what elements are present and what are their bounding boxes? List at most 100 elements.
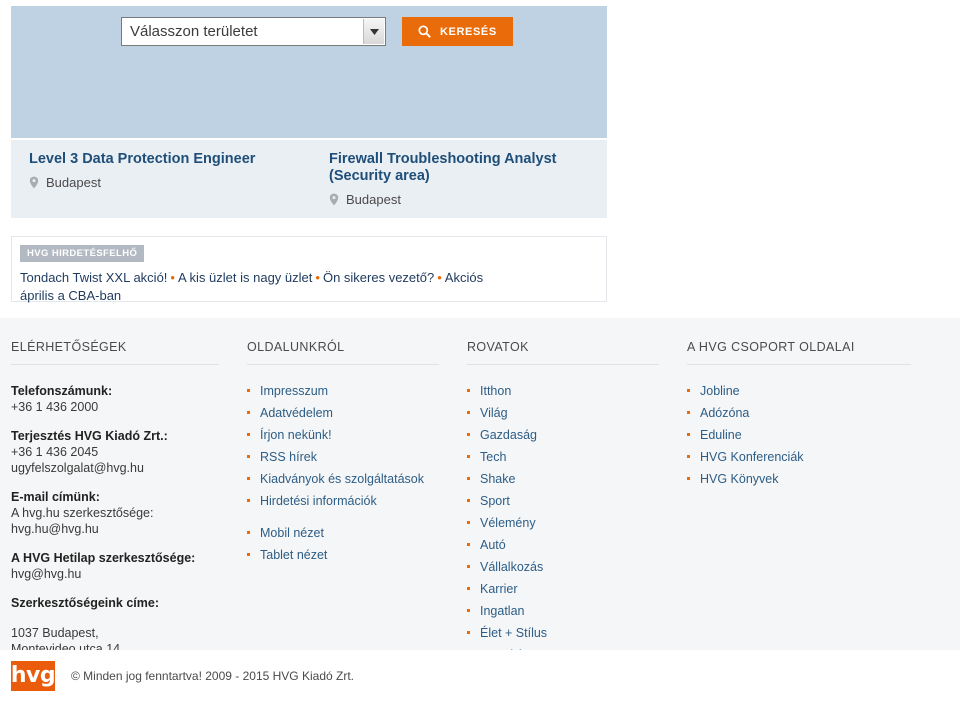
about-link[interactable]: Impresszum [260, 384, 328, 398]
about-link[interactable]: Mobil nézet [260, 526, 324, 540]
contact-address-label: Szerkesztőségeink címe: [11, 596, 159, 610]
list-item[interactable]: Itthon [467, 383, 687, 399]
list-item[interactable]: Sport [467, 493, 687, 509]
contact-weekly-email[interactable]: hvg@hvg.hu [11, 567, 81, 581]
about-link[interactable]: RSS hírek [260, 450, 317, 464]
contact-phone-label: Telefonszámunk: [11, 384, 113, 398]
section-link[interactable]: Itthon [480, 384, 511, 398]
map-pin-icon [329, 193, 339, 206]
job-card[interactable]: Level 3 Data Protection Engineer Budapes… [11, 140, 311, 218]
section-links-list: Itthon Világ Gazdaság Tech Shake Sport V… [467, 383, 687, 663]
ad-separator-bullet: • [437, 270, 442, 285]
section-link[interactable]: Sport [480, 494, 510, 508]
footer-column-group-sites: A HVG CSOPORT OLDALAI Jobline Adózóna Ed… [687, 318, 939, 669]
footer-column-heading: OLDALUNKRÓL [247, 340, 439, 365]
ad-link[interactable]: A kis üzlet is nagy üzlet [178, 270, 312, 285]
contact-address-line1: 1037 Budapest, [11, 626, 99, 640]
search-icon [418, 25, 431, 38]
ad-links-list: Tondach Twist XXL akció! • A kis üzlet is … [20, 269, 520, 305]
list-item[interactable]: Vélemény [467, 515, 687, 531]
section-link[interactable]: Gazdaság [480, 428, 537, 442]
about-link[interactable]: Adatvédelem [260, 406, 333, 420]
list-item[interactable]: Eduline [687, 427, 939, 443]
section-link[interactable]: Vállalkozás [480, 560, 543, 574]
contact-phone-value: +36 1 436 2000 [11, 400, 99, 414]
group-link[interactable]: Jobline [700, 384, 740, 398]
ad-separator-bullet: • [315, 270, 320, 285]
section-link[interactable]: Élet + Stílus [480, 626, 547, 640]
search-button[interactable]: KERESÉS [402, 17, 513, 46]
site-footer: ELÉRHETŐSÉGEK Telefonszámunk: +36 1 436 … [0, 318, 960, 662]
list-item[interactable]: Adózóna [687, 405, 939, 421]
list-item[interactable]: Világ [467, 405, 687, 421]
footer-column-contacts: ELÉRHETŐSÉGEK Telefonszámunk: +36 1 436 … [11, 318, 247, 669]
list-item[interactable]: HVG Konferenciák [687, 449, 939, 465]
section-link[interactable]: Shake [480, 472, 515, 486]
hvg-logo[interactable]: hvg [11, 660, 56, 691]
job-location-label: Budapest [46, 175, 101, 190]
job-card[interactable]: Firewall Troubleshooting Analyst (Securi… [311, 140, 607, 218]
copyright-bar: hvg © Minden jog fenntartva! 2009 - 2015… [0, 650, 960, 701]
list-item[interactable]: Impresszum [247, 383, 467, 399]
ad-link[interactable]: Tondach Twist XXL akció! [20, 270, 167, 285]
group-link[interactable]: Adózóna [700, 406, 749, 420]
contact-email-label: E-mail címünk: [11, 490, 100, 504]
section-link[interactable]: Világ [480, 406, 508, 420]
list-item[interactable]: Tablet nézet [247, 547, 467, 563]
search-hero-panel: Válasszon területet KERESÉS [11, 6, 607, 138]
contact-email-value[interactable]: hvg.hu@hvg.hu [11, 522, 99, 536]
list-item[interactable]: Kiadványok és szolgáltatások [247, 471, 467, 487]
list-item[interactable]: Shake [467, 471, 687, 487]
map-pin-icon [29, 176, 39, 189]
contact-phone-group: Telefonszámunk: +36 1 436 2000 [11, 383, 247, 415]
search-button-label: KERESÉS [440, 25, 497, 38]
contact-distribution-email[interactable]: ugyfelszolgalat@hvg.hu [11, 461, 144, 475]
section-link[interactable]: Karrier [480, 582, 518, 596]
ad-link[interactable]: Ön sikeres vezető? [323, 270, 434, 285]
list-item[interactable]: Adatvédelem [247, 405, 467, 421]
about-link[interactable]: Tablet nézet [260, 548, 327, 562]
list-item[interactable]: RSS hírek [247, 449, 467, 465]
list-item[interactable]: Írjon nekünk! [247, 427, 467, 443]
section-link[interactable]: Autó [480, 538, 506, 552]
footer-column-heading: ROVATOK [467, 340, 659, 365]
contact-weekly-group: A HVG Hetilap szerkesztősége: hvg@hvg.hu [11, 550, 247, 582]
ad-badge: HVG HIRDETÉSFELHŐ [20, 245, 145, 262]
contact-weekly-label: A HVG Hetilap szerkesztősége: [11, 551, 196, 565]
contact-email-group: E-mail címünk: A hvg.hu szerkesztősége: … [11, 489, 247, 537]
list-item[interactable]: Gazdaság [467, 427, 687, 443]
job-location: Budapest [329, 192, 607, 207]
region-select[interactable]: Válasszon területet [121, 17, 386, 46]
group-link[interactable]: HVG Konferenciák [700, 450, 804, 464]
chevron-down-icon[interactable] [363, 19, 384, 44]
section-link[interactable]: Tech [480, 450, 506, 464]
job-listings-panel: Level 3 Data Protection Engineer Budapes… [11, 140, 607, 218]
list-item[interactable]: Mobil nézet [247, 525, 467, 541]
about-link[interactable]: Kiadványok és szolgáltatások [260, 472, 424, 486]
group-link[interactable]: Eduline [700, 428, 742, 442]
group-link[interactable]: HVG Könyvek [700, 472, 779, 486]
list-item[interactable]: Autó [467, 537, 687, 553]
contact-email-sublabel: A hvg.hu szerkesztősége: [11, 506, 154, 520]
footer-column-heading: ELÉRHETŐSÉGEK [11, 340, 219, 365]
footer-column-heading: A HVG CSOPORT OLDALAI [687, 340, 911, 365]
job-location: Budapest [29, 175, 311, 190]
about-link[interactable]: Hirdetési információk [260, 494, 377, 508]
footer-columns: ELÉRHETŐSÉGEK Telefonszámunk: +36 1 436 … [11, 318, 949, 669]
list-item[interactable]: Vállalkozás [467, 559, 687, 575]
job-title[interactable]: Firewall Troubleshooting Analyst (Securi… [329, 151, 607, 185]
ad-cloud-box: HVG HIRDETÉSFELHŐ Tondach Twist XXL akci… [11, 236, 607, 305]
list-item[interactable]: Jobline [687, 383, 939, 399]
section-link[interactable]: Ingatlan [480, 604, 524, 618]
list-item[interactable]: Hirdetési információk [247, 493, 467, 509]
job-location-label: Budapest [346, 192, 401, 207]
list-item[interactable]: HVG Könyvek [687, 471, 939, 487]
list-item[interactable]: Ingatlan [467, 603, 687, 619]
about-link[interactable]: Írjon nekünk! [260, 428, 332, 442]
list-item[interactable]: Karrier [467, 581, 687, 597]
job-title[interactable]: Level 3 Data Protection Engineer [29, 151, 311, 168]
list-item[interactable]: Tech [467, 449, 687, 465]
list-item[interactable]: Élet + Stílus [467, 625, 687, 641]
search-controls-row: Válasszon területet KERESÉS [121, 17, 513, 46]
section-link[interactable]: Vélemény [480, 516, 536, 530]
